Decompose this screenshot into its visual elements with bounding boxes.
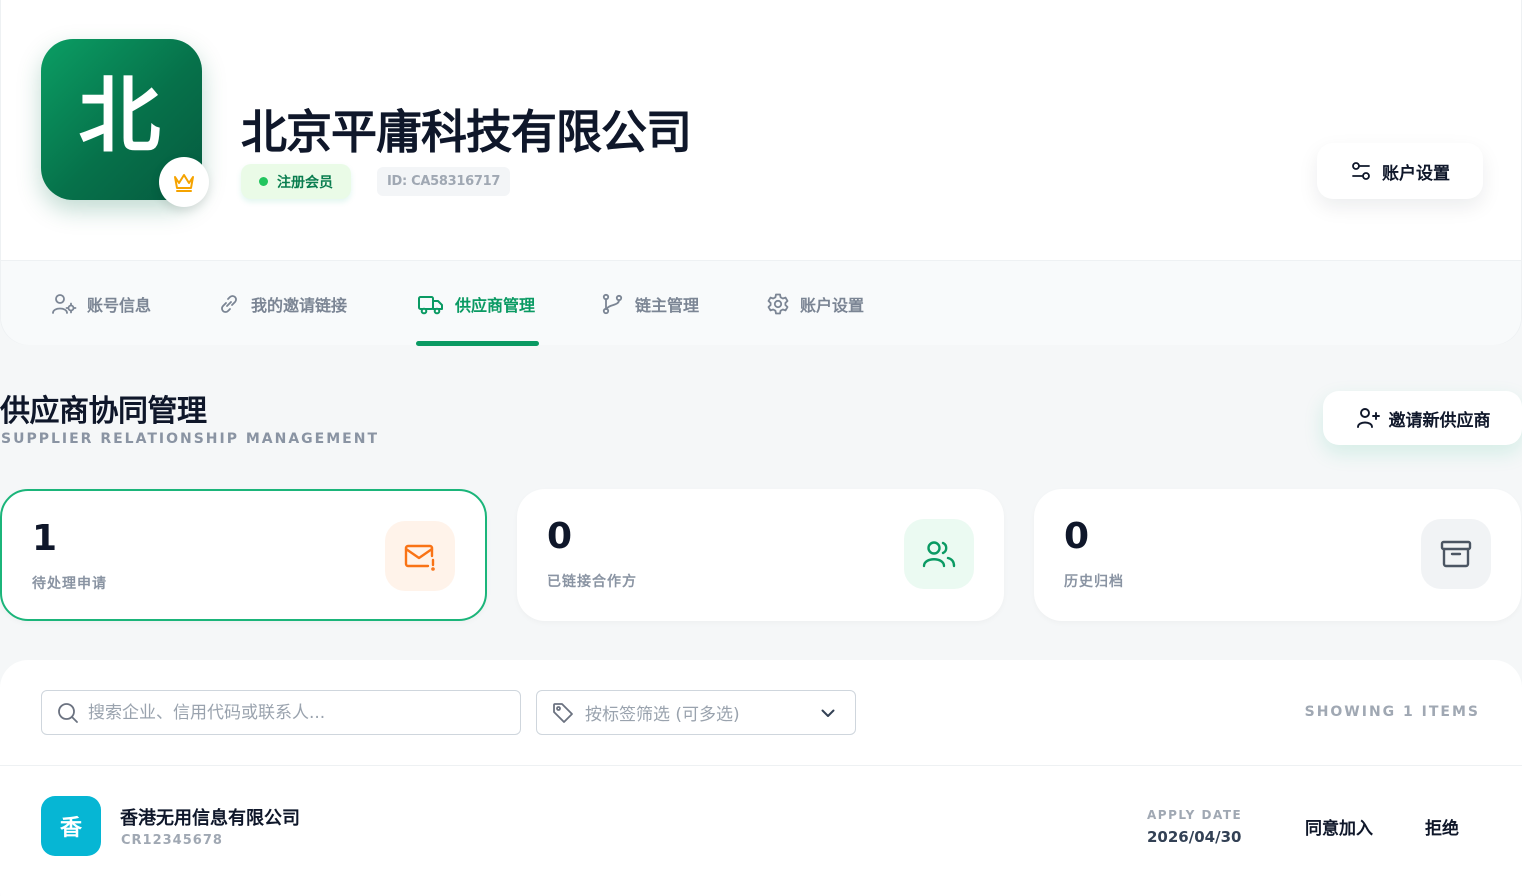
accept-button[interactable]: 同意加入: [1305, 814, 1373, 839]
stat-label: 历史归档: [1064, 574, 1124, 590]
stat-icon-box: [904, 519, 974, 589]
avatar: 香: [41, 796, 101, 856]
stat-icon-box: [1421, 519, 1491, 589]
stat-card-linked[interactable]: 0 已链接合作方: [517, 489, 1004, 621]
account-settings-label: 账户设置: [1382, 163, 1450, 184]
sliders-icon: [1352, 162, 1370, 180]
tab-account-settings[interactable]: 账户设置: [766, 261, 864, 346]
account-settings-button[interactable]: 账户设置: [1317, 143, 1483, 199]
user-plus-icon: [1356, 408, 1380, 428]
member-badge-label: 注册会员: [277, 174, 333, 191]
reject-button[interactable]: 拒绝: [1425, 814, 1459, 839]
logo-char: 北: [78, 68, 161, 164]
tab-label: 账号信息: [87, 295, 152, 315]
table-row: 香 香港无用信息有限公司 CR12345678 APPLY DATE 2026/…: [0, 766, 1522, 886]
status-dot: [259, 177, 268, 186]
company-name: 北京平庸科技有限公司: [241, 105, 692, 159]
truck-icon: [418, 295, 443, 314]
archive-icon: [1440, 540, 1472, 568]
company-id: ID: CA58316717: [377, 167, 511, 196]
invite-supplier-label: 邀请新供应商: [1388, 410, 1491, 431]
stat-value: 0: [547, 516, 573, 557]
crown-icon: [174, 174, 194, 192]
stat-icon-box: [385, 521, 455, 591]
stat-label: 待处理申请: [32, 576, 107, 592]
tab-invite-link[interactable]: 我的邀请链接: [217, 261, 347, 346]
tab-label: 链主管理: [635, 295, 700, 315]
section-title: 供应商协同管理: [0, 394, 207, 429]
supplier-table: 按标签筛选 (可多选) SHOWING 1 ITEMS 香 香港无用信息有限公司…: [0, 660, 1522, 896]
tab-label: 账户设置: [800, 295, 865, 315]
users-icon: [922, 541, 956, 568]
stat-card-archive[interactable]: 0 历史归档: [1034, 489, 1521, 621]
profile-top: 北 北京平庸科技有限公司 注册会员 ID: CA58316717 账户设置: [1, 0, 1521, 260]
member-badge: 注册会员: [241, 164, 351, 199]
stat-card-pending[interactable]: 1 待处理申请: [0, 489, 487, 621]
tab-bar: 账号信息 我的邀请链接 供应商管理 链主管理 账户设置: [1, 260, 1521, 345]
stat-label: 已链接合作方: [547, 574, 637, 590]
search-input-box[interactable]: [41, 690, 521, 735]
tag-filter-select[interactable]: 按标签筛选 (可多选): [536, 690, 856, 735]
tab-chain-owner[interactable]: 链主管理: [601, 261, 699, 346]
link-icon: [221, 294, 237, 313]
crown-badge: [159, 157, 209, 207]
profile-header: 北 北京平庸科技有限公司 注册会员 ID: CA58316717 账户设置 账号…: [0, 0, 1522, 345]
tab-account-info[interactable]: 账号信息: [51, 261, 151, 346]
search-icon: [58, 702, 78, 723]
tab-supplier-management[interactable]: 供应商管理: [417, 261, 535, 346]
credit-code: CR12345678: [121, 833, 223, 848]
search-input[interactable]: [88, 702, 488, 723]
stat-value: 0: [1064, 516, 1090, 557]
git-branch-icon: [602, 293, 623, 314]
tab-label: 供应商管理: [455, 295, 536, 315]
tab-label: 我的邀请链接: [251, 295, 348, 315]
apply-date: 2026/04/30: [1147, 828, 1242, 846]
invite-supplier-button[interactable]: 邀请新供应商: [1323, 391, 1522, 445]
active-tab-indicator: [416, 341, 539, 346]
chevron-down-icon: [821, 709, 835, 717]
user-gear-icon: [52, 293, 77, 314]
gear-icon: [767, 293, 789, 314]
showing-count: SHOWING 1 ITEMS: [1304, 704, 1480, 720]
section-subtitle: SUPPLIER RELATIONSHIP MANAGEMENT: [1, 431, 379, 447]
supplier-name: 香港无用信息有限公司: [120, 808, 300, 829]
tag-filter-placeholder: 按标签筛选 (可多选): [585, 705, 740, 725]
tag-icon: [553, 702, 573, 723]
stat-value: 1: [32, 518, 58, 559]
mail-alert-icon: [404, 544, 435, 571]
apply-date-label: APPLY DATE: [1147, 808, 1243, 822]
